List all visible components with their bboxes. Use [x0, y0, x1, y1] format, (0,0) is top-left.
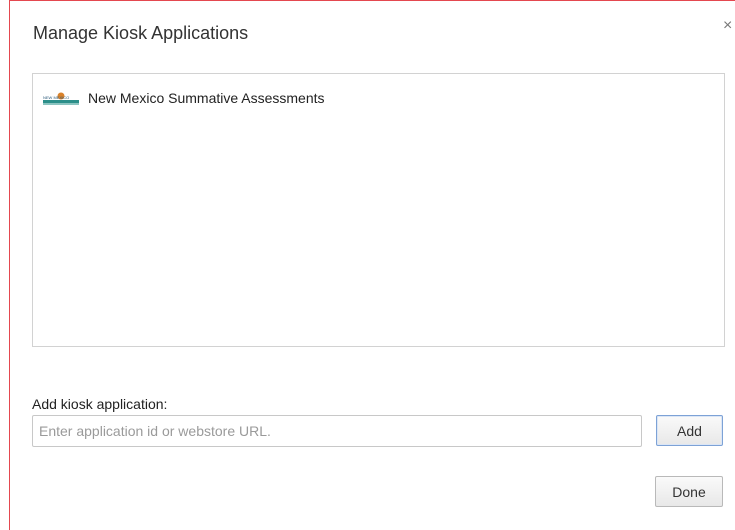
- close-icon[interactable]: ×: [723, 18, 732, 34]
- add-kiosk-label: Add kiosk application:: [32, 396, 168, 412]
- app-id-input[interactable]: [32, 415, 642, 447]
- app-name: New Mexico Summative Assessments: [88, 90, 325, 106]
- add-button[interactable]: Add: [656, 415, 723, 446]
- list-item[interactable]: NEW MEXICO New Mexico Summative Assessme…: [43, 90, 325, 106]
- manage-kiosk-dialog: Manage Kiosk Applications × NEW MEXICO N…: [9, 0, 735, 530]
- new-mexico-logo-icon: NEW MEXICO: [43, 92, 79, 105]
- done-button[interactable]: Done: [655, 476, 723, 507]
- logo-text: NEW MEXICO: [43, 95, 69, 100]
- kiosk-app-list[interactable]: NEW MEXICO New Mexico Summative Assessme…: [32, 73, 725, 347]
- dialog-title: Manage Kiosk Applications: [33, 23, 249, 43]
